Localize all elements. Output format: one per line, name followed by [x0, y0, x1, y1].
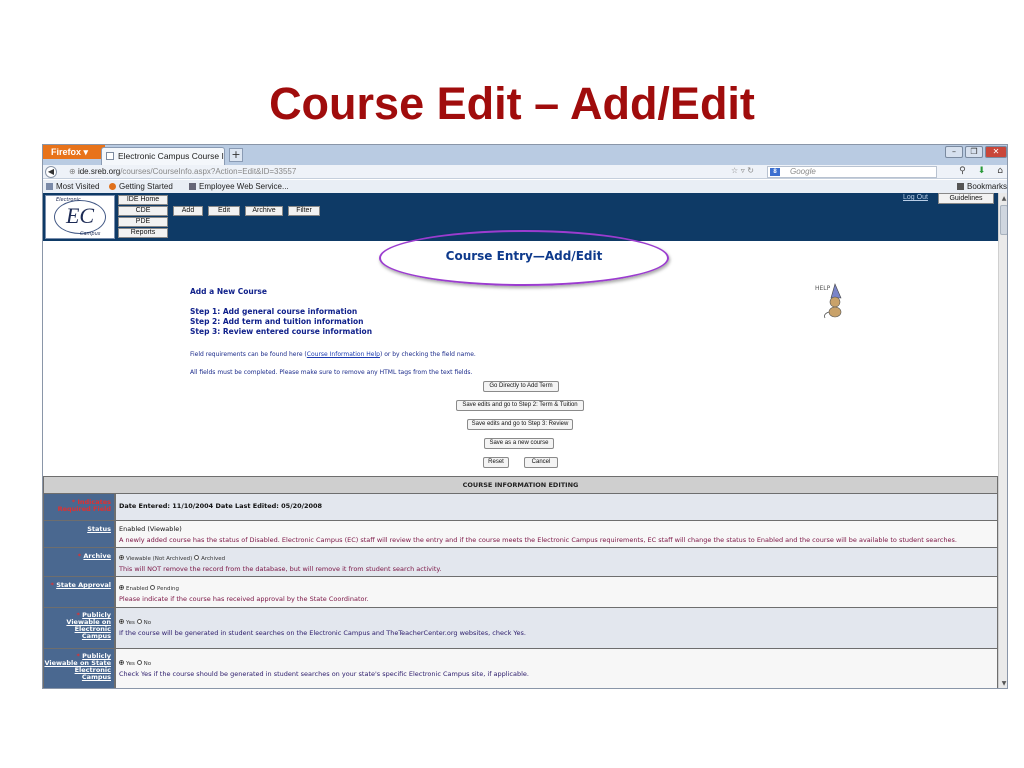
- archive-button[interactable]: Archive: [245, 206, 283, 216]
- state-approval-label[interactable]: * State Approval: [44, 577, 114, 607]
- url-host: ide.sreb.org: [77, 167, 121, 176]
- state-enabled-radio[interactable]: [119, 585, 124, 590]
- new-tab-button[interactable]: +: [229, 148, 243, 162]
- state-approval-value: Enabled Pending Please indicate if the c…: [116, 577, 997, 607]
- bookmark-employee-web-service[interactable]: Employee Web Service...: [189, 180, 289, 193]
- publicly-viewable-state-ec-value: Yes No Check Yes if the course should be…: [116, 649, 997, 688]
- url-bar[interactable]: ⊕ ide.sreb.org/courses/CourseInfo.aspx?A…: [59, 166, 829, 178]
- nav-pde[interactable]: PDE: [118, 217, 168, 227]
- reset-button[interactable]: Reset: [483, 457, 509, 468]
- archive-value: Viewable (Not Archived) Archived This wi…: [116, 548, 997, 576]
- bookmark-star-icon[interactable]: ☆ ▿ ↻: [731, 166, 754, 175]
- restore-icon[interactable]: ❐: [965, 146, 983, 158]
- archive-archived-radio[interactable]: [194, 555, 200, 560]
- firefox-menu-button[interactable]: Firefox ▾: [43, 145, 105, 159]
- table-row: * State Approval Enabled Pending Please …: [44, 577, 997, 607]
- page-title: Course Entry—Add/Edit: [445, 249, 603, 263]
- scrollbar-thumb[interactable]: [1000, 205, 1007, 235]
- publicly-viewable-ec-value: Yes No If the course will be generated i…: [116, 608, 997, 648]
- electronic-campus-logo[interactable]: Electronic EC Campus: [45, 195, 115, 239]
- page-icon: [189, 183, 196, 190]
- svg-text:HELP: HELP: [815, 285, 831, 292]
- publicly-viewable-state-ec-label[interactable]: * Publicly Viewable on State Electronic …: [44, 649, 114, 688]
- table-header: COURSE INFORMATION EDITING: [44, 477, 997, 493]
- firefox-icon: [109, 183, 116, 190]
- close-icon[interactable]: ✕: [985, 146, 1007, 158]
- step-3: Step 3: Review entered course informatio…: [190, 327, 373, 336]
- folder-icon: [46, 183, 53, 190]
- guidelines-button[interactable]: Guidelines: [938, 193, 994, 204]
- toolbar-icons: ⚲ ⬇ ⌂: [959, 166, 1003, 176]
- page-icon: [106, 152, 114, 160]
- state-ec-no-radio[interactable]: [136, 660, 142, 665]
- course-information-help-link[interactable]: Course Information Help: [307, 351, 380, 358]
- course-information-table: COURSE INFORMATION EDITING * Indicates R…: [43, 476, 998, 688]
- archive-viewable-radio[interactable]: [119, 555, 124, 560]
- minimize-icon[interactable]: –: [945, 146, 963, 158]
- bookmarks-menu[interactable]: Bookmarks: [957, 180, 1007, 193]
- search-icon[interactable]: ⚲: [959, 166, 966, 176]
- status-label[interactable]: Status: [44, 521, 114, 547]
- status-value: Enabled (Viewable) A newly added course …: [116, 521, 997, 547]
- step-2: Step 2: Add term and tuition information: [190, 317, 364, 326]
- state-pending-radio[interactable]: [149, 585, 155, 590]
- side-navigation: IDE Home CDE PDE Reports: [118, 195, 168, 238]
- state-ec-yes-radio[interactable]: [119, 660, 124, 665]
- save-as-new-course-button[interactable]: Save as a new course: [484, 438, 554, 449]
- globe-icon: ⊕: [69, 167, 78, 176]
- filter-button[interactable]: Filter: [288, 206, 320, 216]
- nav-reports[interactable]: Reports: [118, 228, 168, 238]
- save-go-step2-button[interactable]: Save edits and go to Step 2: Term & Tuit…: [456, 400, 584, 411]
- home-icon[interactable]: ⌂: [997, 166, 1003, 176]
- table-row: Status Enabled (Viewable) A newly added …: [44, 521, 997, 547]
- table-row: * Publicly Viewable on Electronic Campus…: [44, 608, 997, 648]
- search-engine-icon: 8: [770, 168, 780, 176]
- help-monkey-icon[interactable]: HELP: [813, 280, 853, 320]
- bookmark-most-visited[interactable]: Most Visited: [46, 180, 99, 193]
- field-requirements-note: Field requirements can be found here (Co…: [190, 351, 476, 358]
- log-out-link[interactable]: Log Out: [903, 194, 928, 201]
- go-directly-to-add-term-button[interactable]: Go Directly to Add Term: [483, 381, 559, 392]
- ec-yes-radio[interactable]: [119, 619, 124, 624]
- edit-button[interactable]: Edit: [208, 206, 240, 216]
- search-input[interactable]: 8 Google: [767, 166, 937, 178]
- nav-cde[interactable]: CDE: [118, 206, 168, 216]
- vertical-scrollbar[interactable]: ▲ ▼: [998, 193, 1007, 688]
- publicly-viewable-ec-label[interactable]: * Publicly Viewable on Electronic Campus: [44, 608, 114, 648]
- table-row: * Indicates Required Field Date Entered:…: [44, 494, 997, 520]
- archive-label[interactable]: * Archive: [44, 548, 114, 576]
- add-new-course-heading: Add a New Course: [190, 287, 267, 296]
- bookmark-getting-started[interactable]: Getting Started: [109, 180, 173, 193]
- tab-electronic-campus[interactable]: Electronic Campus Course Infor...: [101, 147, 225, 165]
- scroll-down-icon[interactable]: ▼: [1000, 680, 1007, 688]
- navigation-bar: ◀ ⊕ ide.sreb.org/courses/CourseInfo.aspx…: [43, 165, 1007, 179]
- ec-no-radio[interactable]: [136, 619, 142, 624]
- save-go-step3-button[interactable]: Save edits and go to Step 3: Review: [467, 419, 573, 430]
- tab-title: Electronic Campus Course Infor...: [118, 151, 224, 161]
- scroll-up-icon[interactable]: ▲: [1000, 195, 1007, 203]
- table-row: * Publicly Viewable on State Electronic …: [44, 649, 997, 688]
- window-controls: – ❐ ✕: [945, 146, 1007, 158]
- step-1: Step 1: Add general course information: [190, 307, 358, 316]
- slide-title: Course Edit – Add/Edit: [269, 78, 755, 129]
- back-arrow-icon[interactable]: ◀: [45, 166, 57, 178]
- url-path: /courses/CourseInfo.aspx?Action=Edit&ID=…: [120, 167, 297, 176]
- bookmarks-icon: [957, 183, 964, 190]
- nav-ide-home[interactable]: IDE Home: [118, 195, 168, 205]
- date-info: Date Entered: 11/10/2004 Date Last Edite…: [116, 494, 997, 520]
- tab-bar: Firefox ▾ Electronic Campus Course Infor…: [43, 145, 1007, 165]
- all-fields-note: All fields must be completed. Please mak…: [190, 369, 473, 376]
- download-arrow-icon[interactable]: ⬇: [978, 166, 986, 176]
- cancel-button[interactable]: Cancel: [524, 457, 558, 468]
- table-row: * Archive Viewable (Not Archived) Archiv…: [44, 548, 997, 576]
- bookmarks-bar: Most Visited Getting Started Employee We…: [43, 180, 1007, 193]
- browser-window: Firefox ▾ Electronic Campus Course Infor…: [42, 144, 1008, 689]
- add-button[interactable]: Add: [173, 206, 203, 216]
- required-field-label: * Indicates Required Field: [44, 494, 114, 520]
